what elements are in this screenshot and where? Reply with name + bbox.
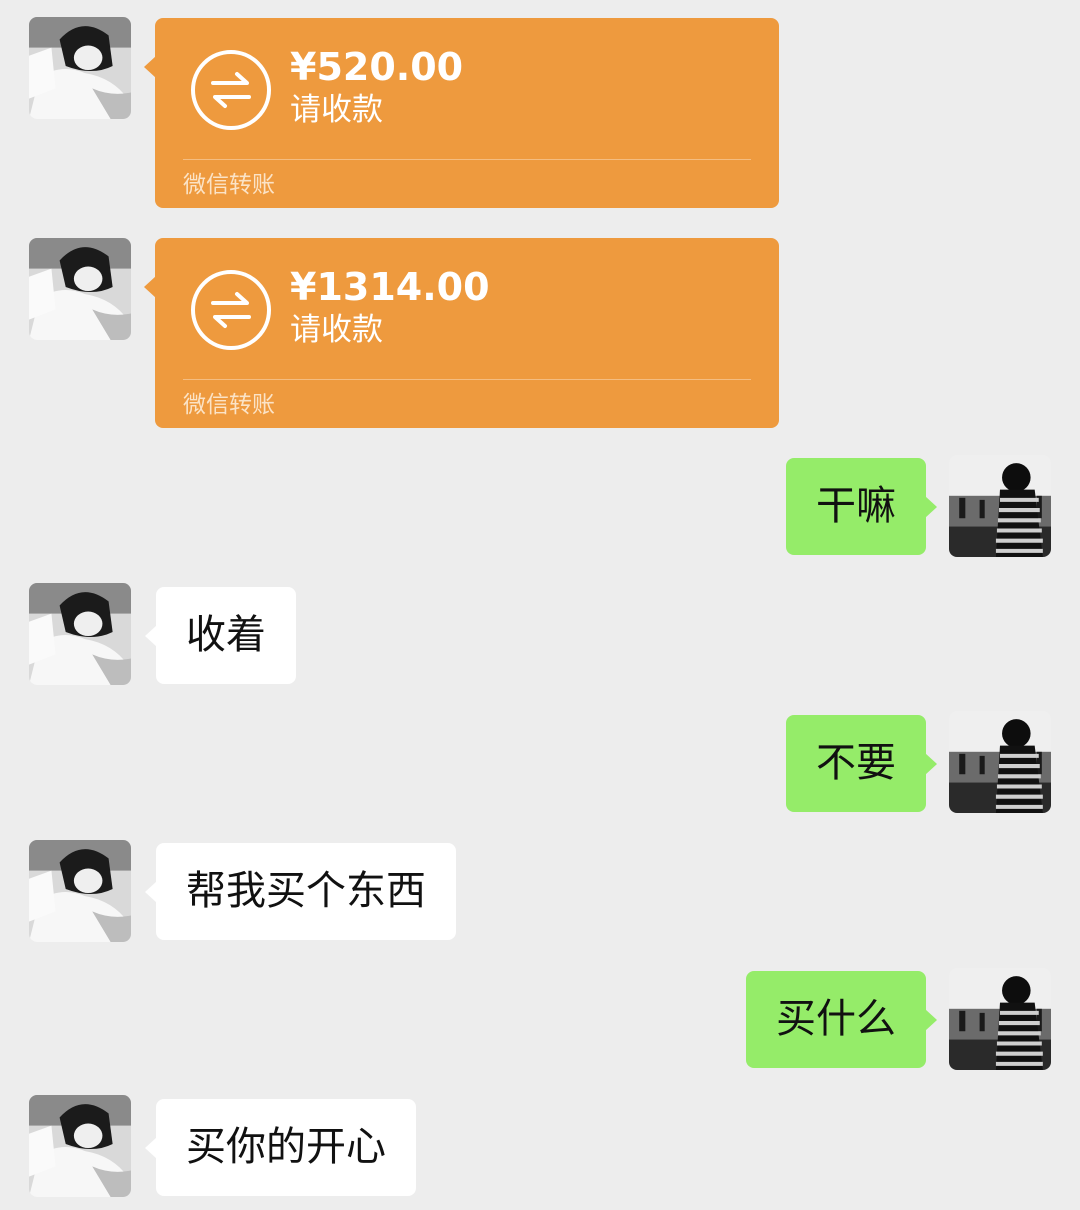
self-avatar[interactable] xyxy=(949,711,1051,813)
transfer-status: 请收款 xyxy=(290,312,383,348)
contact-avatar[interactable] xyxy=(29,238,131,340)
chat-view: ¥520.00 请收款 微信转账 ¥1314.00 请收款 微信转账 干嘛 收着… xyxy=(0,0,1080,1210)
contact-avatar-image xyxy=(29,1095,131,1197)
message-bubble-contact[interactable]: 收着 xyxy=(145,587,296,684)
self-avatar[interactable] xyxy=(949,968,1051,1070)
transfer-arrows-icon xyxy=(189,268,273,352)
transfer-amount: ¥520.00 xyxy=(290,45,464,89)
contact-avatar-image xyxy=(29,840,131,942)
self-avatar[interactable] xyxy=(949,455,1051,557)
message-bubble-self[interactable]: 干嘛 xyxy=(786,458,937,555)
self-avatar-image xyxy=(949,455,1051,557)
transfer-amount: ¥1314.00 xyxy=(290,265,490,309)
contact-avatar[interactable] xyxy=(29,583,131,685)
transfer-divider xyxy=(183,379,751,380)
contact-avatar[interactable] xyxy=(29,840,131,942)
transfer-status: 请收款 xyxy=(290,92,383,128)
message-bubble-contact[interactable]: 买你的开心 xyxy=(145,1099,416,1196)
message-bubble-self[interactable]: 买什么 xyxy=(746,971,937,1068)
transfer-footer: 微信转账 xyxy=(183,172,275,198)
transfer-card-1[interactable]: ¥520.00 请收款 微信转账 xyxy=(144,18,779,208)
contact-avatar-image xyxy=(29,583,131,685)
message-bubble-self[interactable]: 不要 xyxy=(786,715,937,812)
contact-avatar-image xyxy=(29,17,131,119)
contact-avatar[interactable] xyxy=(29,17,131,119)
transfer-footer: 微信转账 xyxy=(183,392,275,418)
self-avatar-image xyxy=(949,711,1051,813)
contact-avatar[interactable] xyxy=(29,1095,131,1197)
transfer-card-2[interactable]: ¥1314.00 请收款 微信转账 xyxy=(144,238,779,428)
contact-avatar-image xyxy=(29,238,131,340)
transfer-arrows-icon xyxy=(189,48,273,132)
transfer-divider xyxy=(183,159,751,160)
self-avatar-image xyxy=(949,968,1051,1070)
message-bubble-contact[interactable]: 帮我买个东西 xyxy=(145,843,456,940)
